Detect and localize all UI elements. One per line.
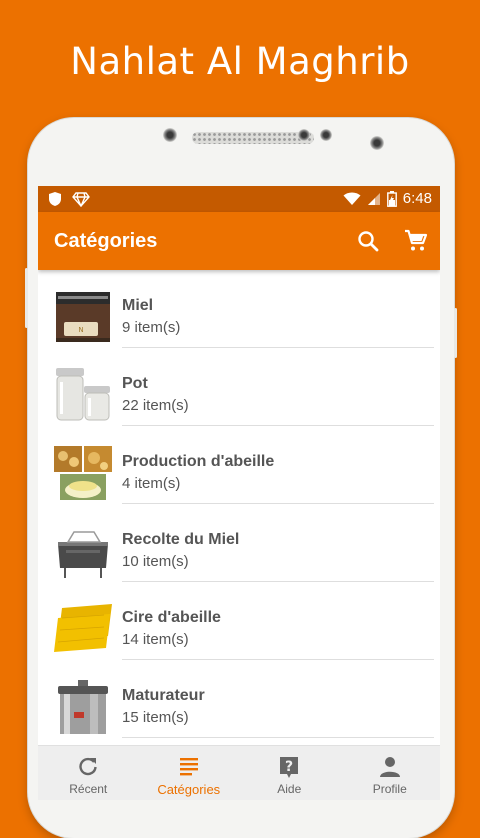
front-camera-icon: [320, 129, 332, 141]
nav-help[interactable]: ? Aide: [239, 746, 340, 800]
sensor-icon: [298, 129, 310, 141]
category-name: Recolte du Miel: [122, 531, 240, 548]
nav-label: Catégories: [157, 782, 221, 797]
cire-thumbnail: [54, 600, 112, 658]
production-thumbnail: [54, 444, 112, 502]
category-list: N Miel 9 item(s) Pot 22 item(s) Producti…: [38, 270, 440, 746]
list-divider: [122, 737, 434, 738]
recolte-thumbnail: [54, 522, 112, 580]
nav-label: Profile: [372, 782, 407, 796]
status-time: 6:48: [402, 190, 432, 207]
front-sensor-icon: [163, 128, 177, 142]
refresh-icon: [79, 757, 97, 776]
category-item-miel[interactable]: N Miel 9 item(s): [38, 270, 440, 348]
category-count: 22 item(s): [122, 397, 189, 414]
nav-label: Récent: [69, 782, 108, 796]
nav-profile[interactable]: Profile: [340, 746, 441, 800]
app-bar: Catégories: [38, 212, 440, 270]
page-title: Catégories: [54, 230, 158, 252]
category-count: 15 item(s): [122, 709, 189, 726]
svg-text:?: ?: [285, 759, 293, 775]
category-count: 14 item(s): [122, 631, 189, 648]
category-name: Maturateur: [122, 687, 205, 704]
category-item-maturateur[interactable]: Maturateur 15 item(s): [38, 660, 440, 738]
maturateur-thumbnail: [54, 678, 112, 736]
battery-icon: [386, 190, 397, 207]
app-screen: 6:48 Catégories N Miel 9 item(s) Pot 22 …: [38, 186, 440, 800]
category-name: Cire d'abeille: [122, 609, 221, 626]
category-item-production-abeille[interactable]: Production d'abeille 4 item(s): [38, 426, 440, 504]
category-count: 9 item(s): [122, 319, 181, 336]
category-item-recolte-miel[interactable]: Recolte du Miel 10 item(s): [38, 504, 440, 582]
category-name: Production d'abeille: [122, 453, 275, 470]
category-count: 4 item(s): [122, 475, 181, 492]
phone-side-button: [25, 268, 28, 328]
miel-thumbnail: N: [54, 288, 112, 346]
list-icon: [179, 758, 198, 776]
status-bar: 6:48: [38, 186, 440, 212]
promo-title: Nahlat Al Maghrib: [70, 40, 410, 83]
search-icon[interactable]: [356, 229, 380, 253]
shield-icon: [49, 192, 61, 206]
help-icon: ?: [280, 757, 299, 778]
phone-side-button-right: [454, 308, 457, 358]
diamond-icon: [72, 192, 90, 207]
speaker-grille: [192, 132, 314, 144]
cart-icon[interactable]: [404, 229, 428, 253]
svg-text:N: N: [78, 326, 83, 334]
nav-categories[interactable]: Catégories: [139, 746, 240, 800]
category-name: Pot: [122, 375, 148, 392]
person-icon: [379, 757, 400, 777]
nav-recent[interactable]: Récent: [38, 746, 139, 800]
category-item-cire-abeille[interactable]: Cire d'abeille 14 item(s): [38, 582, 440, 660]
nav-label: Aide: [277, 782, 302, 796]
signal-icon: [367, 192, 380, 205]
bottom-navigation: Récent Catégories ? Aide Profile: [38, 745, 440, 800]
category-item-pot[interactable]: Pot 22 item(s): [38, 348, 440, 426]
wifi-icon: [343, 192, 361, 205]
category-count: 10 item(s): [122, 553, 189, 570]
pot-thumbnail: [54, 366, 112, 424]
proximity-sensor-icon: [370, 136, 384, 150]
category-name: Miel: [122, 297, 154, 314]
